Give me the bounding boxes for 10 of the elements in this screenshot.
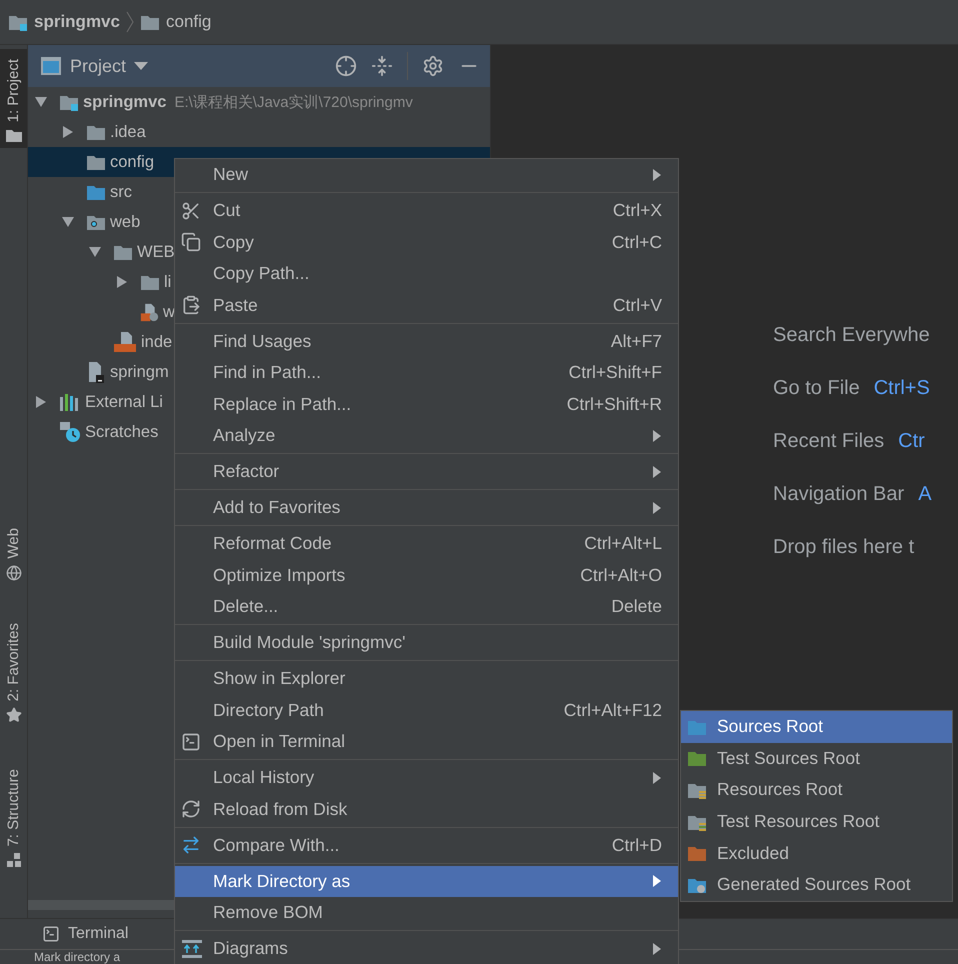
hint-text: Recent Files — [773, 430, 884, 453]
hint-text: Drop files here t — [773, 536, 914, 559]
hint-text: Go to File — [773, 377, 860, 400]
hint-text: Navigation Bar — [773, 483, 904, 506]
tool-tab-label: Terminal — [68, 925, 128, 943]
shortcut-text: Ctr — [898, 430, 925, 453]
hint-text: Search Everywhe — [773, 324, 930, 347]
shortcut-text: Ctrl+S — [874, 377, 930, 400]
shortcut-text: A — [918, 483, 932, 506]
module-path: E:\课程相关\Java实训\720\springmv — [174, 92, 413, 112]
